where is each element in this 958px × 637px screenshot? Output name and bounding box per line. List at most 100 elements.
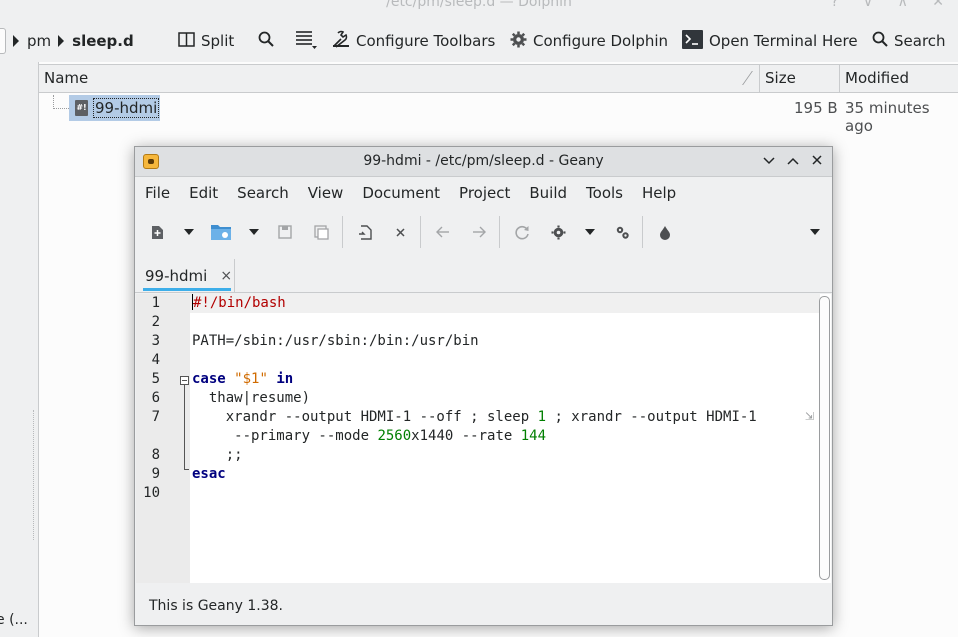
tab-99-hdmi[interactable]: 99-hdmi ×	[139, 259, 235, 293]
color-chooser-button[interactable]	[653, 220, 677, 244]
tab-label: 99-hdmi	[145, 267, 208, 285]
breadcrumb-arrow-icon[interactable]	[13, 35, 19, 47]
geany-titlebar[interactable]: 99-hdmi - /etc/pm/sleep.d - Geany	[135, 147, 832, 177]
fold-margin[interactable]	[176, 294, 190, 583]
document-tabs: 99-hdmi ×	[135, 259, 832, 293]
toolbar-separator	[420, 216, 421, 248]
vertical-scrollbar[interactable]	[819, 296, 830, 580]
maximize-button[interactable]	[782, 150, 804, 172]
compile-button[interactable]	[510, 220, 534, 244]
menu-document[interactable]: Document	[362, 184, 440, 202]
configure-toolbars-button[interactable]: Configure Toolbars	[332, 27, 495, 55]
menu-project[interactable]: Project	[459, 184, 510, 202]
menu-file[interactable]: File	[145, 184, 170, 202]
menu-help[interactable]: Help	[642, 184, 676, 202]
navigate-back-button[interactable]	[431, 220, 455, 244]
gear-icon	[510, 31, 527, 52]
chevron-down-icon	[763, 157, 775, 165]
new-file-icon	[151, 225, 163, 239]
code-line-6: thaw|resume)	[192, 390, 311, 406]
navigate-forward-button[interactable]	[467, 220, 491, 244]
line-number: 6	[151, 390, 160, 406]
column-name[interactable]: Name	[39, 65, 759, 92]
geany-toolbar	[135, 210, 832, 254]
line-number: 1	[151, 295, 160, 311]
breadcrumb-pm[interactable]: pm	[27, 32, 51, 50]
code-seg: --primary --mode	[192, 428, 378, 444]
close-icon	[395, 227, 405, 237]
split-label: Split	[201, 32, 235, 50]
close-button[interactable]	[806, 150, 828, 172]
find-button[interactable]	[258, 27, 280, 55]
panel-splitter[interactable]	[33, 410, 34, 540]
number: 144	[520, 428, 547, 444]
menu-view[interactable]: View	[308, 184, 344, 202]
line-number: 2	[151, 314, 160, 330]
places-panel: e (...	[0, 62, 38, 637]
terminal-icon	[682, 29, 703, 53]
breadcrumb-sleepd[interactable]: sleep.d	[72, 32, 134, 50]
refresh-icon	[514, 225, 529, 239]
chevron-down-icon	[585, 229, 595, 235]
menu-tools[interactable]: Tools	[586, 184, 623, 202]
open-file-button[interactable]	[209, 220, 233, 244]
revert-icon	[359, 224, 372, 240]
breadcrumb-edge	[0, 28, 6, 54]
build-options-dropdown[interactable]	[578, 220, 602, 244]
column-size[interactable]: Size	[759, 65, 839, 92]
view-mode-button[interactable]	[295, 27, 323, 55]
details-view-icon	[295, 29, 317, 53]
dolphin-window-buttons[interactable]: ? ∨ ∧ ✕	[831, 0, 954, 10]
build-button[interactable]	[546, 220, 570, 244]
line-number: 3	[151, 333, 160, 349]
keyword-in: in	[276, 371, 294, 387]
chevron-down-icon	[810, 229, 820, 235]
geany-window: 99-hdmi - /etc/pm/sleep.d - Geany File E…	[134, 146, 833, 626]
tab-close-icon[interactable]: ×	[220, 268, 232, 284]
file-selection[interactable]: #! 99-hdmi	[69, 95, 160, 121]
color-picker-icon	[660, 225, 670, 240]
gear-icon	[551, 225, 565, 239]
search-button[interactable]: Search	[872, 27, 946, 55]
menu-edit[interactable]: Edit	[189, 184, 218, 202]
tree-connector	[53, 95, 69, 109]
split-view-icon	[178, 31, 195, 51]
places-truncated-label[interactable]: e (...	[0, 612, 28, 628]
toolbar-overflow-dropdown[interactable]	[803, 220, 827, 244]
recent-files-dropdown[interactable]	[242, 220, 266, 244]
split-button[interactable]: Split	[178, 27, 234, 55]
toolbar-separator	[499, 216, 500, 248]
code-line-7: xrandr --output HDMI-1 --off ; sleep 1 ;…	[192, 408, 757, 427]
save-all-button[interactable]	[309, 220, 333, 244]
number: 2560	[377, 428, 412, 444]
fold-toggle-icon[interactable]	[180, 376, 189, 385]
dolphin-titlebar: /etc/pm/sleep.d — Dolphin ? ∨ ∧ ✕	[0, 0, 958, 16]
configure-dolphin-button[interactable]: Configure Dolphin	[510, 27, 668, 55]
file-row[interactable]: #! 99-hdmi 195 B 35 minutes ago	[39, 95, 958, 135]
code-seg: x1440 --rate	[411, 428, 521, 444]
file-name[interactable]: 99-hdmi	[93, 98, 160, 118]
wrap-indicator-icon: ⇲	[805, 410, 815, 423]
column-modified[interactable]: Modified	[839, 65, 958, 92]
fold-guide	[184, 384, 185, 470]
toolbar-separator	[342, 216, 343, 248]
save-icon	[278, 225, 292, 239]
minimize-button[interactable]	[758, 150, 780, 172]
close-file-button[interactable]	[388, 220, 412, 244]
open-terminal-button[interactable]: Open Terminal Here	[682, 27, 858, 55]
close-icon	[812, 155, 822, 165]
geany-window-title: 99-hdmi - /etc/pm/sleep.d - Geany	[363, 153, 604, 169]
menu-search[interactable]: Search	[237, 184, 289, 202]
keyword-case: case	[192, 371, 226, 387]
number: 1	[537, 409, 547, 425]
save-button[interactable]	[273, 220, 297, 244]
menu-build[interactable]: Build	[529, 184, 567, 202]
breadcrumb: pm sleep.d	[0, 27, 134, 55]
reload-button[interactable]	[353, 220, 377, 244]
new-file-button[interactable]	[145, 220, 169, 244]
status-bar: This is Geany 1.38.	[135, 587, 832, 625]
code-editor[interactable]: 1 2 3 4 5 6 7 8 9 10 #!/bin/bash PATH=/s…	[136, 294, 831, 583]
execute-button[interactable]	[610, 220, 634, 244]
new-from-template-dropdown[interactable]	[177, 220, 201, 244]
breadcrumb-arrow-icon[interactable]	[58, 35, 65, 47]
